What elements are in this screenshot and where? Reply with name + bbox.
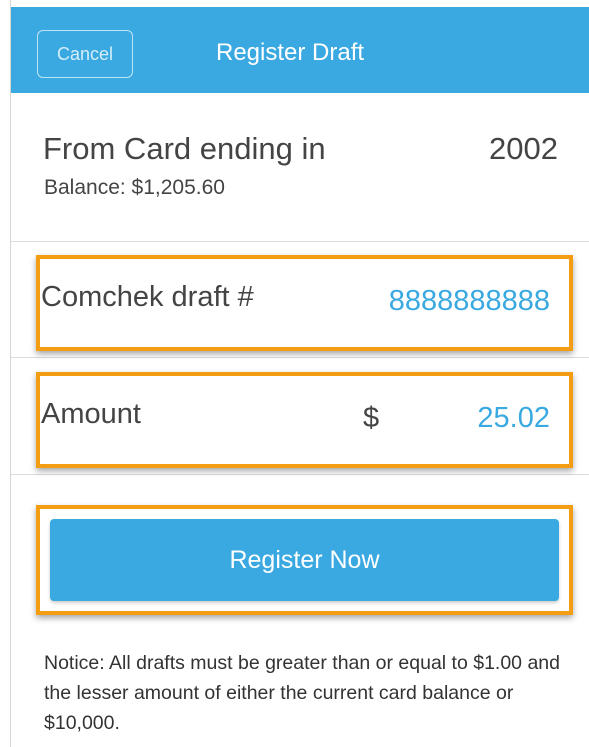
card-label: From Card ending in [43,131,326,166]
currency-symbol: $ [363,402,380,434]
draft-number-row: Comchek draft # [11,247,589,358]
amount-row: Amount $ [11,364,589,475]
amount-label: Amount [41,398,141,430]
card-number: 2002 [489,131,558,166]
register-now-button[interactable]: Register Now [50,519,559,601]
draft-number-input[interactable] [350,279,550,323]
header-bar: Cancel Register Draft [11,7,589,93]
register-highlight-box: Register Now [36,505,573,615]
amount-input[interactable] [430,396,550,440]
page-title: Register Draft [216,39,365,66]
card-info-section: From Card ending in 2002 Balance: $1,205… [11,93,589,242]
draft-number-label: Comchek draft # [41,281,254,313]
notice-text: Notice: All drafts must be greater than … [44,652,560,734]
register-draft-screen: Cancel Register Draft From Card ending i… [10,0,589,747]
cancel-button[interactable]: Cancel [37,30,133,78]
card-balance: Balance: $1,205.60 [44,176,225,199]
